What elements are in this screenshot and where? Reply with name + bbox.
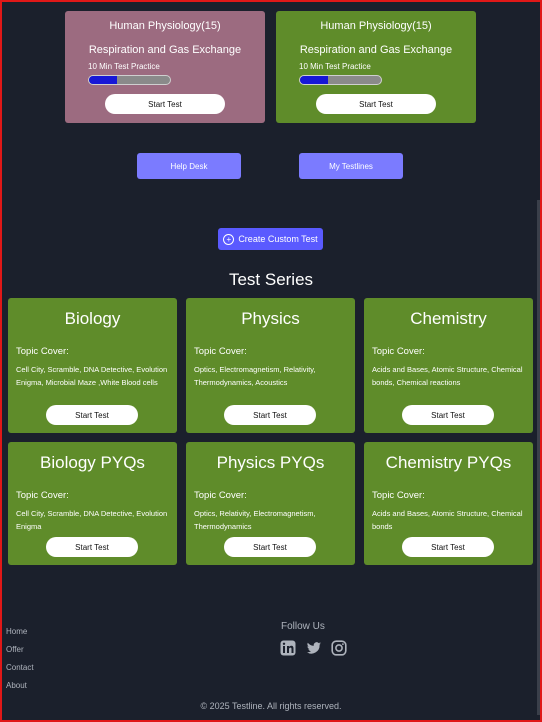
create-custom-test-label: Create Custom Test <box>238 234 318 244</box>
topic-list: Acids and Bases, Atomic Structure, Chemi… <box>372 509 523 531</box>
series-card-title: Biology <box>64 309 121 328</box>
practice-card-subtitle: 10 Min Test Practice <box>299 62 371 71</box>
series-card-chemistry: Chemistry Topic Cover: Acids and Bases, … <box>364 298 533 433</box>
topic-cover-label: Topic Cover: <box>16 490 69 501</box>
start-test-button[interactable]: Start Test <box>402 405 494 425</box>
series-card-title: Physics PYQs <box>216 453 325 472</box>
help-desk-button[interactable]: Help Desk <box>137 153 241 179</box>
section-title: Test Series <box>228 270 314 289</box>
progress-fill <box>89 76 118 84</box>
series-card-title: Biology PYQs <box>40 453 145 472</box>
my-testlines-button[interactable]: My Testlines <box>299 153 403 179</box>
start-test-button[interactable]: Start Test <box>224 405 316 425</box>
footer-links: Home Offer Contact About <box>6 627 34 699</box>
footer-link-offer[interactable]: Offer <box>6 645 34 663</box>
series-card-biology-pyqs: Biology PYQs Topic Cover: Cell City, Scr… <box>8 442 177 565</box>
linkedin-icon[interactable] <box>280 640 296 656</box>
topic-list: Cell City, Scramble, DNA Detective, Evol… <box>16 365 168 387</box>
follow-us-label: Follow Us <box>281 621 325 632</box>
start-test-button[interactable]: Start Test <box>46 405 138 425</box>
series-card-title: Chemistry PYQs <box>385 453 512 472</box>
topic-cover-label: Topic Cover: <box>372 490 425 501</box>
practice-card-1: Human Physiology(15) Respiration and Gas… <box>65 11 265 123</box>
practice-card-title: Human Physiology(15) <box>109 20 221 32</box>
plus-circle-icon: + <box>223 233 235 245</box>
topic-list: Optics, Electromagnetism, Relativity, Th… <box>194 365 316 387</box>
start-test-button[interactable]: Start Test <box>105 94 225 114</box>
progress-bar <box>299 75 382 85</box>
practice-card-topic: Respiration and Gas Exchange <box>299 44 453 56</box>
start-test-button[interactable]: Start Test <box>46 537 138 557</box>
start-test-button[interactable]: Start Test <box>224 537 316 557</box>
series-card-chemistry-pyqs: Chemistry PYQs Topic Cover: Acids and Ba… <box>364 442 533 565</box>
practice-card-2: Human Physiology(15) Respiration and Gas… <box>276 11 476 123</box>
topic-list: Acids and Bases, Atomic Structure, Chemi… <box>372 365 523 387</box>
series-card-physics: Physics Topic Cover: Optics, Electromagn… <box>186 298 355 433</box>
create-custom-test-button[interactable]: + Create Custom Test <box>218 228 323 250</box>
footer-link-about[interactable]: About <box>6 681 34 699</box>
start-test-button[interactable]: Start Test <box>402 537 494 557</box>
progress-fill <box>300 76 329 84</box>
instagram-icon[interactable] <box>331 640 347 656</box>
topic-list: Cell City, Scramble, DNA Detective, Evol… <box>16 509 168 531</box>
progress-bar <box>88 75 171 85</box>
practice-card-title: Human Physiology(15) <box>320 20 432 32</box>
series-card-physics-pyqs: Physics PYQs Topic Cover: Optics, Relati… <box>186 442 355 565</box>
topic-cover-label: Topic Cover: <box>372 346 425 357</box>
topic-cover-label: Topic Cover: <box>194 346 247 357</box>
series-card-biology: Biology Topic Cover: Cell City, Scramble… <box>8 298 177 433</box>
practice-card-topic: Respiration and Gas Exchange <box>88 44 242 56</box>
footer-link-contact[interactable]: Contact <box>6 663 34 681</box>
twitter-icon[interactable] <box>306 640 322 656</box>
series-card-title: Physics <box>241 309 300 328</box>
start-test-button[interactable]: Start Test <box>316 94 436 114</box>
practice-card-subtitle: 10 Min Test Practice <box>88 62 160 71</box>
topic-cover-label: Topic Cover: <box>16 346 69 357</box>
series-card-title: Chemistry <box>410 309 487 328</box>
topic-list: Optics, Relativity, Electromagnetism, Th… <box>194 509 316 531</box>
topic-cover-label: Topic Cover: <box>194 490 247 501</box>
copyright-text: © 2025 Testline. All rights reserved. <box>200 701 342 711</box>
footer-link-home[interactable]: Home <box>6 627 34 645</box>
